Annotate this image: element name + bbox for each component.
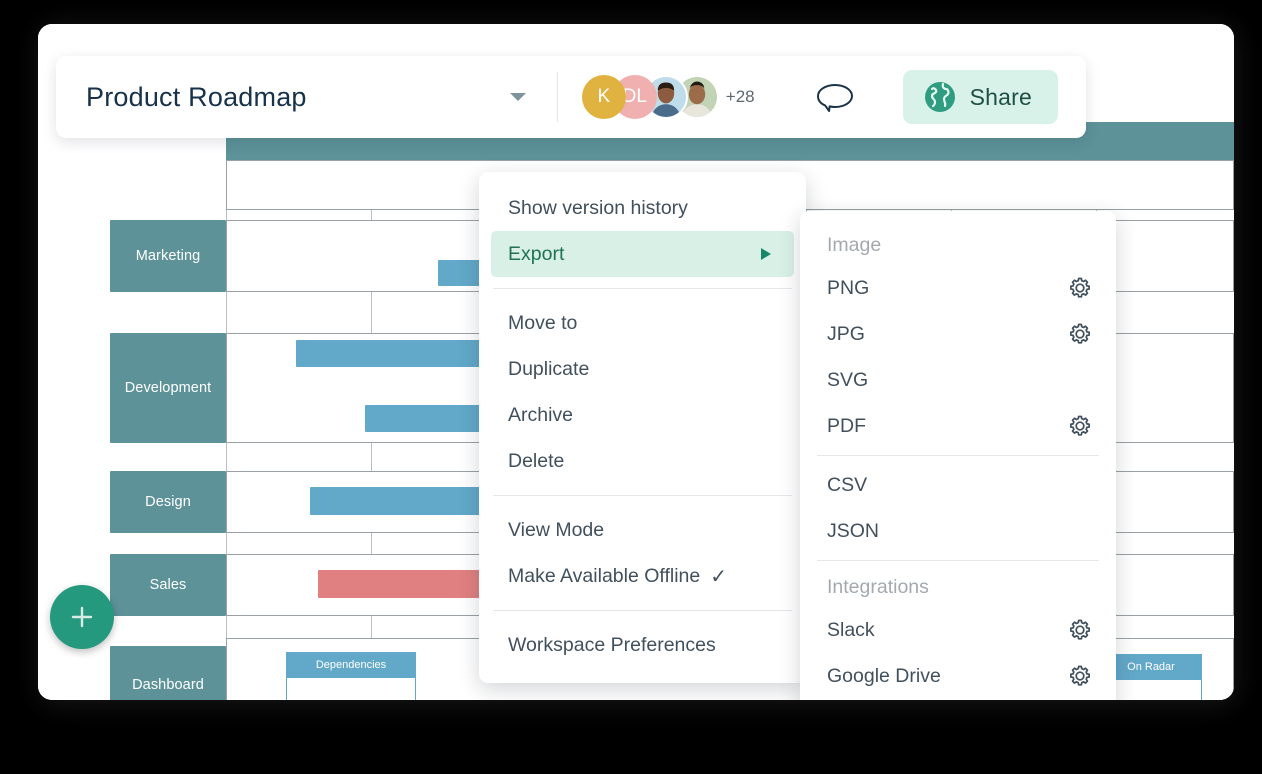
checkmark-icon: ✓ (710, 565, 727, 588)
collaborator-avatars[interactable]: K DL +28 (581, 75, 755, 119)
submenu-item-label: JSON (827, 519, 880, 542)
row-label-text: Development (124, 380, 212, 396)
menu-item-duplicate[interactable]: Duplicate (479, 346, 806, 392)
menu-item-label: Make Available Offline (508, 564, 701, 587)
submenu-item-label: JPG (827, 322, 865, 345)
submenu-item-svg[interactable]: SVG (800, 357, 1116, 403)
menu-item-label: Duplicate (508, 357, 590, 380)
avatar-initials: K (597, 86, 611, 107)
gear-icon[interactable] (1068, 664, 1092, 688)
submenu-item-label: CSV (827, 473, 868, 496)
submenu-item-label: SVG (827, 368, 869, 391)
comment-bubble-icon (816, 84, 853, 112)
gantt-bar-dependencies[interactable]: Dependencies (286, 652, 416, 678)
export-submenu: Image PNG JPG SVG PDF CSV JSON Integrati… (800, 211, 1116, 700)
submenu-item-label: Slack (827, 618, 875, 641)
share-button-label: Share (969, 83, 1032, 110)
page-title: Product Roadmap (86, 81, 307, 112)
caret-right-icon (761, 248, 771, 260)
avatar-initials: DL (622, 86, 647, 107)
submenu-separator (817, 455, 1099, 456)
gantt-bar-label: On Radar (1127, 661, 1175, 673)
gear-icon[interactable] (1068, 276, 1092, 300)
menu-item-archive[interactable]: Archive (479, 392, 806, 438)
submenu-item-csv[interactable]: CSV (800, 462, 1116, 508)
menu-item-export[interactable]: Export (491, 231, 794, 277)
row-label-sales[interactable]: Sales (110, 554, 226, 616)
row-label-design[interactable]: Design (110, 471, 226, 533)
submenu-separator (817, 560, 1099, 561)
gear-icon[interactable] (1068, 322, 1092, 346)
submenu-item-label: Google Drive (827, 664, 941, 687)
gear-icon[interactable] (1068, 414, 1092, 438)
menu-separator (493, 495, 792, 496)
menu-item-view-mode[interactable]: View Mode (479, 507, 806, 553)
menu-item-label: Delete (508, 449, 565, 472)
menu-item-make-available-offline[interactable]: Make Available Offline ✓ (479, 553, 806, 599)
screenshot-stage: Marketing Development Re (0, 0, 1262, 774)
chevron-down-icon (509, 93, 526, 101)
submenu-item-pdf[interactable]: PDF (800, 403, 1116, 449)
avatar[interactable]: K (581, 75, 626, 119)
menu-item-delete[interactable]: Delete (479, 438, 806, 484)
submenu-item-json[interactable]: JSON (800, 508, 1116, 554)
comments-button[interactable] (813, 78, 857, 116)
menu-item-label: View Mode (508, 518, 605, 541)
document-context-menu: Show version history Export Move to Dupl… (479, 172, 806, 683)
submenu-item-label: PNG (827, 276, 870, 299)
submenu-heading-integrations: Integrations (827, 575, 929, 598)
globe-icon (924, 82, 955, 112)
submenu-item-label: PDF (827, 414, 866, 437)
row-label-marketing[interactable]: Marketing (110, 220, 226, 292)
gear-icon[interactable] (1068, 618, 1092, 642)
menu-separator (493, 610, 792, 611)
menu-item-workspace-preferences[interactable]: Workspace Preferences (479, 622, 806, 668)
share-button[interactable]: Share (902, 70, 1058, 124)
submenu-heading-image: Image (827, 233, 882, 256)
row-label-development[interactable]: Development (110, 333, 226, 443)
document-titlebar: Product Roadmap K DL +28 Share (56, 56, 1086, 138)
app-window: Marketing Development Re (38, 24, 1234, 700)
menu-separator (493, 288, 792, 289)
add-item-button[interactable] (50, 585, 114, 649)
menu-item-label: Show version history (508, 196, 688, 219)
menu-item-show-version-history[interactable]: Show version history (479, 185, 806, 231)
submenu-item-slack[interactable]: Slack (800, 607, 1116, 653)
document-menu-toggle[interactable] (507, 86, 529, 108)
submenu-item-google-drive[interactable]: Google Drive (800, 653, 1116, 699)
menu-item-label: Archive (508, 403, 574, 426)
row-label-text: Design (145, 494, 191, 510)
row-label-dashboard[interactable]: Dashboard (110, 646, 226, 700)
menu-item-move-to[interactable]: Move to (479, 300, 806, 346)
avatar-overflow-count: +28 (725, 87, 755, 106)
menu-item-label: Move to (508, 311, 578, 334)
submenu-item-png[interactable]: PNG (800, 265, 1116, 311)
menu-item-label: Workspace Preferences (508, 633, 716, 656)
submenu-item-jpg[interactable]: JPG (800, 311, 1116, 357)
toolbar-divider (556, 72, 558, 122)
plus-icon (71, 606, 93, 628)
row-label-text: Sales (149, 577, 187, 593)
row-label-text: Dashboard (132, 677, 204, 693)
row-label-text: Marketing (135, 248, 201, 264)
menu-item-label: Export (508, 242, 565, 265)
gantt-bar-label: Dependencies (315, 659, 387, 671)
